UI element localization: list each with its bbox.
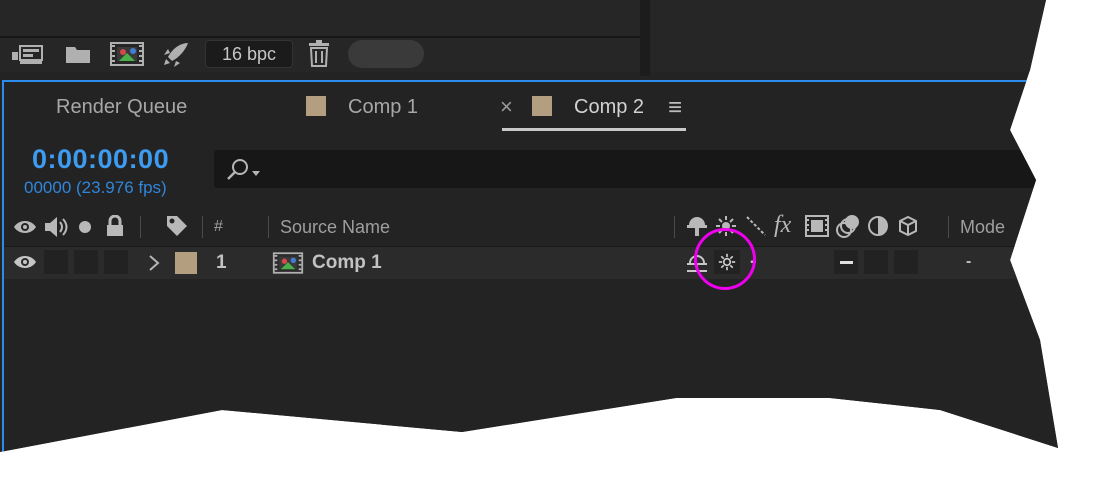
solo-dot-header-icon	[76, 218, 94, 236]
video-eye-header-icon	[12, 216, 38, 238]
new-composition-icon[interactable]	[108, 40, 146, 68]
effects-fx-header: fx	[774, 212, 792, 238]
lock-header-icon	[104, 214, 126, 238]
solo-toggle-cell[interactable]	[74, 250, 98, 274]
expand-chevron-icon[interactable]	[144, 252, 164, 274]
effects-switch-cell[interactable]	[776, 250, 802, 274]
layer-row[interactable]	[4, 246, 1058, 279]
adjustment-layer-header-icon	[866, 214, 890, 238]
layer-number-header[interactable]: #	[214, 218, 223, 236]
layer-index: 1	[216, 252, 227, 273]
flowchart-toggle[interactable]	[348, 40, 424, 68]
trash-icon[interactable]	[304, 38, 334, 68]
column-separator[interactable]	[674, 216, 675, 238]
label-tag-header-icon	[164, 214, 190, 238]
search-icon[interactable]	[224, 156, 264, 184]
layer-source-name[interactable]: Comp 1	[312, 252, 382, 274]
mode-header[interactable]: Mode	[960, 217, 1005, 238]
panel-menu-icon[interactable]: ≡	[668, 94, 682, 122]
composition-layer-icon	[272, 249, 304, 277]
tab-comp-2[interactable]: Comp 2	[574, 96, 644, 119]
lock-toggle-cell[interactable]	[104, 250, 128, 274]
frame-count-display: 00000 (23.976 fps)	[24, 178, 167, 197]
layer-label-color[interactable]	[175, 252, 197, 274]
layer-search-input[interactable]	[214, 150, 1058, 188]
current-time-display[interactable]: 0:00:00:00	[32, 144, 169, 175]
interpret-footage-icon[interactable]	[10, 40, 46, 68]
viewer-panel	[650, 0, 1058, 72]
3d-switch-cell[interactable]	[894, 250, 918, 274]
tab-close-icon[interactable]: ×	[500, 94, 513, 120]
source-name-header[interactable]: Source Name	[280, 217, 390, 238]
column-separator[interactable]	[948, 216, 949, 238]
comp-2-label-color	[532, 96, 552, 116]
render-rocket-icon[interactable]	[160, 40, 192, 68]
column-separator[interactable]	[268, 216, 269, 238]
blend-mode-dropdown[interactable]: -	[966, 253, 971, 271]
timeline-panel	[4, 80, 1058, 452]
adjustment-switch-cell[interactable]	[864, 250, 888, 274]
motion-blur-header-icon	[834, 212, 862, 240]
tab-render-queue[interactable]: Render Queue	[56, 96, 187, 119]
frame-blending-header-icon	[804, 214, 830, 238]
motion-blur-dash	[840, 261, 853, 264]
3d-layer-cube-header-icon	[896, 214, 920, 238]
audio-speaker-header-icon	[42, 214, 70, 240]
panel-focus-border	[2, 80, 4, 452]
tab-comp-1[interactable]: Comp 1	[348, 96, 418, 119]
after-effects-screenshot: 16 bpc Render Queue Comp 1 × Comp 2 ≡ 0:…	[0, 0, 1058, 452]
highlight-circle	[694, 228, 756, 290]
panel-divider[interactable]	[640, 0, 650, 76]
quality-slash-header-icon	[744, 214, 768, 238]
audio-toggle-cell[interactable]	[44, 250, 68, 274]
bit-depth-button[interactable]: 16 bpc	[205, 40, 293, 68]
column-separator[interactable]	[140, 216, 141, 238]
comp-1-label-color	[306, 96, 326, 116]
active-tab-indicator	[502, 128, 686, 131]
folder-icon[interactable]	[62, 40, 94, 68]
column-separator[interactable]	[202, 216, 203, 238]
layer-visibility-eye-icon[interactable]	[12, 252, 38, 272]
